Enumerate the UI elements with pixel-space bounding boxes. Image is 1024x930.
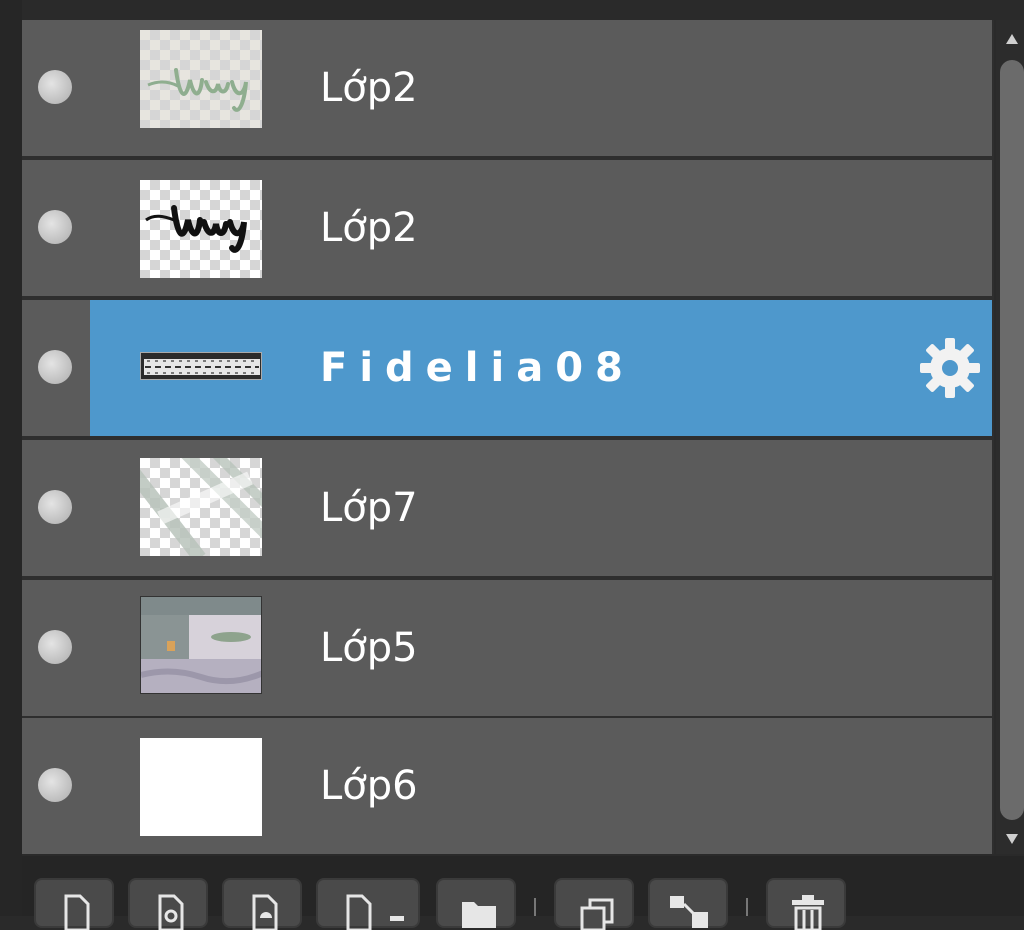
- layer-thumbnail: [140, 180, 262, 278]
- layer-name: Lớp2: [320, 205, 418, 251]
- layer-thumbnail: [140, 596, 262, 694]
- trash-icon: [792, 895, 824, 930]
- scrollbar-thumb[interactable]: [1000, 60, 1024, 820]
- new-layer-button[interactable]: [34, 878, 114, 930]
- gear-icon[interactable]: [918, 336, 982, 400]
- layer-thumbnail: [140, 738, 262, 836]
- new-folder-button[interactable]: [436, 878, 516, 928]
- layer-name: Lớp2: [320, 65, 418, 111]
- layer-row[interactable]: Lớp2: [22, 20, 992, 156]
- visibility-toggle-icon[interactable]: [38, 768, 72, 802]
- layer-row[interactable]: Lớp2: [22, 160, 992, 296]
- layer-name: Fidelia08: [320, 345, 635, 391]
- layer-thumbnail: [140, 352, 262, 380]
- layer-row[interactable]: Lớp5: [22, 580, 992, 716]
- visibility-toggle-icon[interactable]: [38, 630, 72, 664]
- toolbar-separator: [534, 898, 536, 916]
- new-layer-icon: [64, 894, 90, 930]
- duplicate-layer-icon: [580, 898, 614, 930]
- layer-row[interactable]: Lớp7: [22, 440, 992, 576]
- photo-scene-thumbnail-icon: [141, 597, 261, 693]
- layer-row[interactable]: Lớp6: [22, 718, 992, 854]
- black-script-thumbnail-icon: [145, 205, 247, 253]
- new-adjustment-layer-button[interactable]: [222, 878, 302, 930]
- merge-layer-icon: [670, 896, 708, 928]
- layer-name: Lớp5: [320, 625, 418, 671]
- visibility-toggle-icon[interactable]: [38, 350, 72, 384]
- visibility-toggle-icon[interactable]: [38, 490, 72, 524]
- new-layer-menu-button[interactable]: [316, 878, 420, 930]
- new-layer-from-button[interactable]: [128, 878, 208, 930]
- delete-layer-button[interactable]: [766, 878, 846, 930]
- toolbar-separator: [746, 898, 748, 916]
- visibility-toggle-icon[interactable]: [38, 70, 72, 104]
- layer-row-selected[interactable]: Fidelia08: [22, 300, 992, 436]
- scroll-down-arrow-icon[interactable]: [1006, 834, 1018, 844]
- panel-left-edge: [0, 0, 22, 916]
- diagonal-stripes-thumbnail-icon: [140, 458, 262, 556]
- visibility-toggle-icon[interactable]: [38, 210, 72, 244]
- scroll-up-arrow-icon[interactable]: [1006, 34, 1018, 44]
- new-layer-from-icon: [158, 894, 184, 930]
- new-folder-icon: [462, 902, 496, 928]
- layer-name: Lớp7: [320, 485, 418, 531]
- new-adjustment-layer-icon: [252, 894, 278, 930]
- layer-thumbnail: [140, 458, 262, 556]
- new-layer-menu-icon: [346, 894, 404, 930]
- merge-layer-button[interactable]: [648, 878, 728, 928]
- duplicate-layer-button[interactable]: [554, 878, 634, 930]
- pattern-strip-thumbnail-icon: [144, 359, 260, 375]
- layer-name: Lớp6: [320, 763, 418, 809]
- layer-thumbnail: [140, 30, 262, 128]
- green-script-thumbnail-icon: [147, 68, 248, 112]
